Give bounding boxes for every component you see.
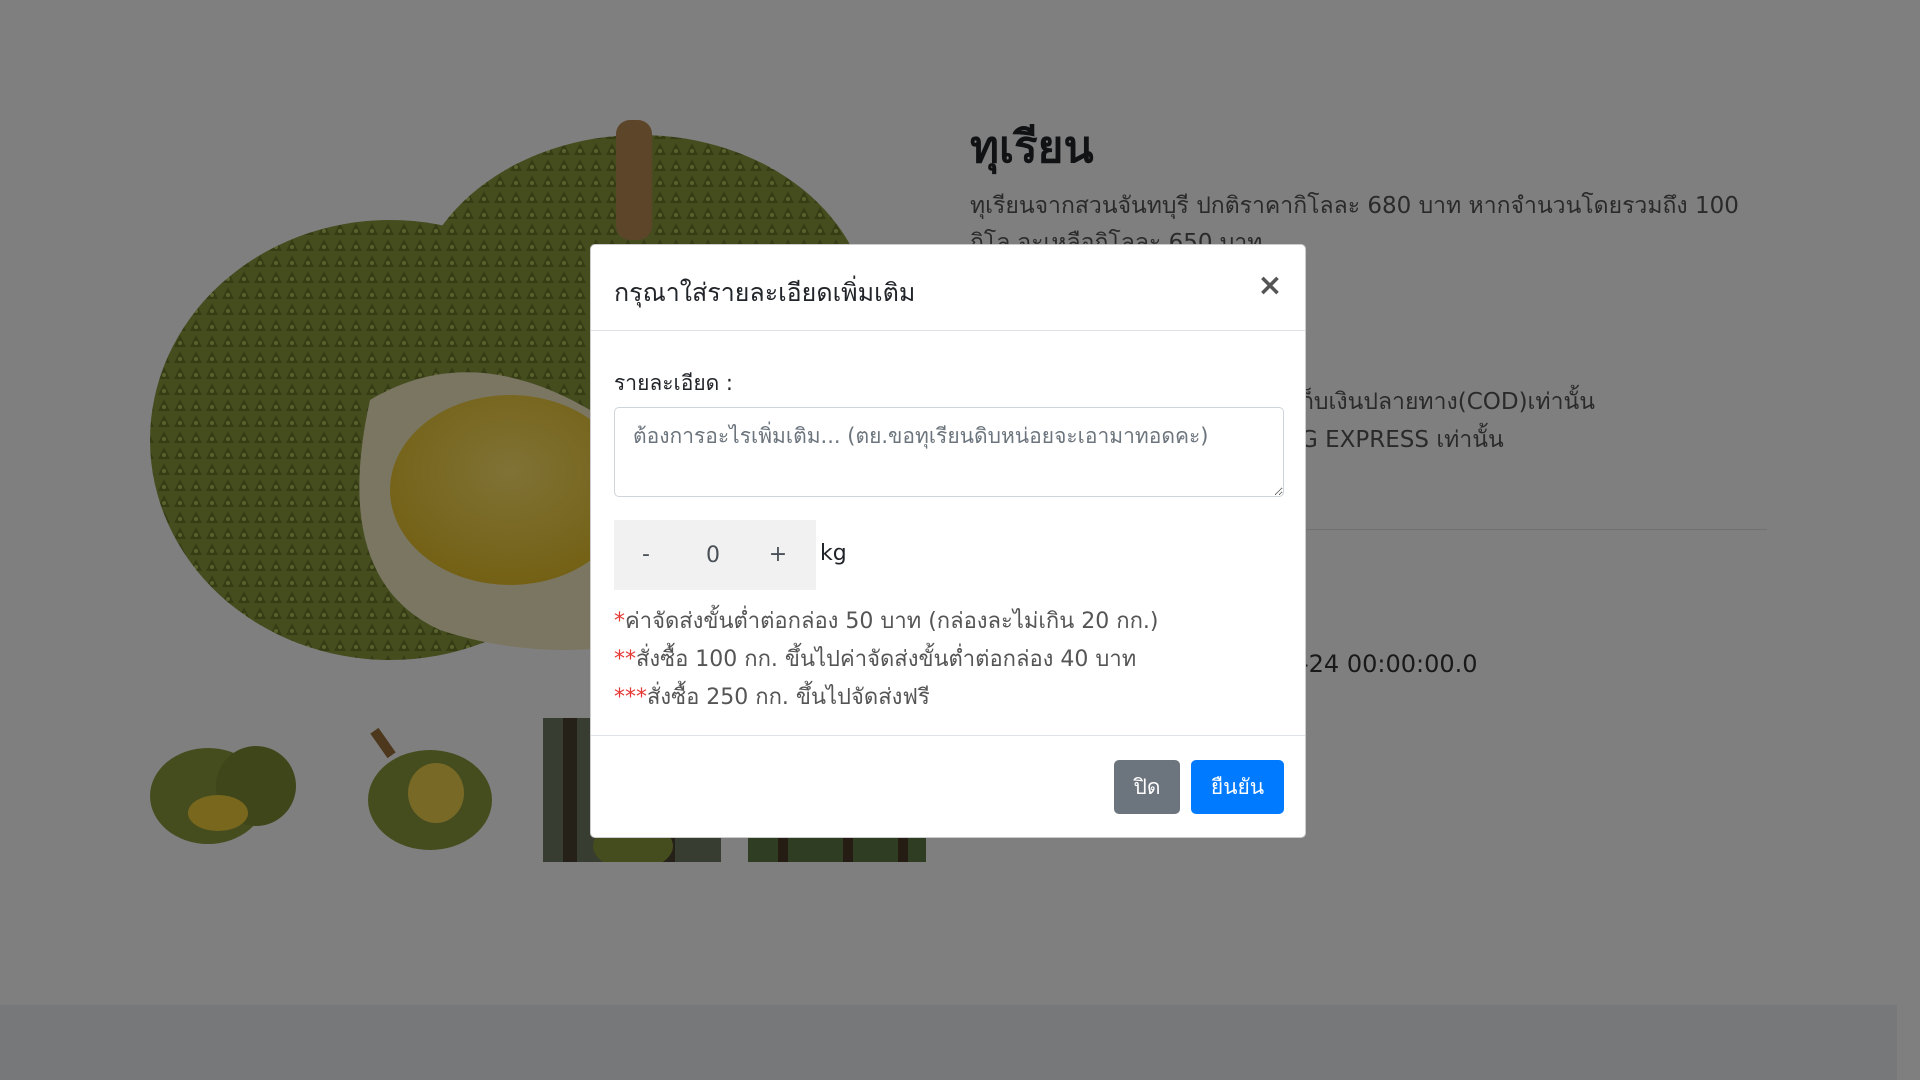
quantity-unit: kg (820, 541, 847, 566)
shipping-note-1: *ค่าจัดส่งขั้นต่ำต่อกล่อง 50 บาท (กล่องล… (614, 603, 1158, 638)
decrease-quantity-button[interactable]: - (634, 520, 658, 590)
note-3-text: สั่งซื้อ 250 กก. ขึ้นไปจัดส่งฟรี (647, 685, 930, 710)
modal-footer: ปิด ยืนยัน (591, 735, 1305, 837)
modal-header: กรุณาใส่รายละเอียดเพิ่มเติม × (591, 245, 1305, 331)
details-modal: กรุณาใส่รายละเอียดเพิ่มเติม × รายละเอียด… (590, 244, 1306, 838)
quantity-stepper: - + (614, 520, 816, 590)
shipping-note-3: ***สั่งซื้อ 250 กก. ขึ้นไปจัดส่งฟรี (614, 679, 930, 714)
note-2-text: สั่งซื้อ 100 กก. ขึ้นไปค่าจัดส่งขั้นต่ำต… (636, 647, 1137, 672)
note-2-stars: ** (614, 647, 636, 672)
confirm-button[interactable]: ยืนยัน (1191, 760, 1284, 814)
detail-textarea[interactable] (614, 407, 1284, 497)
modal-title: กรุณาใส่รายละเอียดเพิ่มเติม (614, 278, 916, 307)
note-1-text: ค่าจัดส่งขั้นต่ำต่อกล่อง 50 บาท (กล่องละ… (625, 609, 1159, 634)
increase-quantity-button[interactable]: + (766, 520, 790, 590)
quantity-input[interactable] (674, 520, 752, 590)
close-button[interactable]: ปิด (1114, 760, 1180, 814)
shipping-note-2: **สั่งซื้อ 100 กก. ขึ้นไปค่าจัดส่งขั้นต่… (614, 641, 1136, 676)
close-icon[interactable]: × (1255, 271, 1285, 301)
note-3-stars: *** (614, 685, 647, 710)
detail-label: รายละเอียด : (614, 371, 734, 395)
note-1-stars: * (614, 609, 625, 634)
